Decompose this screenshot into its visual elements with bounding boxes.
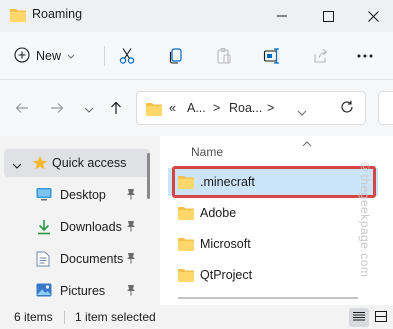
sort-up-icon[interactable] bbox=[302, 136, 312, 150]
pin-icon bbox=[126, 188, 136, 203]
details-view-button[interactable] bbox=[349, 308, 369, 327]
copy-icon[interactable] bbox=[164, 44, 188, 68]
desktop-icon bbox=[36, 187, 52, 204]
folder-icon bbox=[10, 8, 26, 25]
plus-circle-icon bbox=[14, 46, 30, 66]
chevron-down-icon bbox=[84, 102, 94, 116]
refresh-button[interactable] bbox=[336, 97, 358, 119]
item-name: Microsoft bbox=[200, 237, 251, 251]
more-icon[interactable] bbox=[353, 44, 377, 68]
tiles-view-button[interactable] bbox=[371, 308, 391, 327]
sidebar-scrollbar[interactable] bbox=[147, 153, 150, 199]
minimize-button[interactable] bbox=[259, 0, 305, 32]
search-input[interactable] bbox=[378, 91, 393, 125]
column-header-name[interactable]: Name bbox=[191, 145, 223, 159]
status-bar: 6 items 1 item selected bbox=[0, 305, 393, 329]
breadcrumb-separator[interactable]: > bbox=[213, 101, 220, 115]
picture-icon bbox=[36, 283, 52, 300]
star-icon bbox=[32, 155, 48, 174]
sidebar-item-desktop[interactable]: Desktop bbox=[4, 181, 150, 209]
list-item[interactable]: QtProject bbox=[168, 261, 378, 289]
item-name: QtProject bbox=[200, 268, 253, 282]
cut-icon[interactable] bbox=[115, 44, 139, 68]
maximize-button[interactable] bbox=[305, 0, 351, 32]
recent-locations-button[interactable] bbox=[78, 98, 100, 120]
sidebar-item-documents[interactable]: Documents bbox=[4, 245, 150, 273]
window-title: Roaming bbox=[32, 7, 83, 21]
folder-icon bbox=[178, 268, 194, 285]
folder-icon bbox=[146, 102, 162, 119]
horizontal-scrollbar[interactable] bbox=[178, 297, 358, 299]
sidebar-item-label: Pictures bbox=[60, 284, 106, 298]
item-name: Adobe bbox=[200, 206, 237, 220]
grid-view-icon bbox=[375, 310, 387, 325]
breadcrumb-separator[interactable]: > bbox=[267, 101, 274, 115]
chevron-down-icon[interactable] bbox=[12, 158, 22, 172]
breadcrumb-overflow[interactable]: « bbox=[169, 101, 176, 115]
sidebar-item-quick-access[interactable]: Quick access bbox=[4, 149, 150, 177]
back-button[interactable] bbox=[11, 98, 33, 120]
chevron-down-icon bbox=[67, 49, 75, 63]
sidebar-item-label: Downloads bbox=[60, 220, 122, 234]
title-bar: Roaming bbox=[0, 0, 393, 32]
sidebar-item-downloads[interactable]: Downloads bbox=[4, 213, 150, 241]
refresh-icon bbox=[340, 100, 354, 117]
close-button[interactable] bbox=[350, 0, 393, 32]
list-item[interactable]: Adobe bbox=[168, 199, 378, 227]
watermark: ©thegeekpage.com bbox=[358, 160, 372, 278]
sidebar-item-label: Documents bbox=[60, 252, 124, 266]
up-button[interactable] bbox=[105, 98, 127, 120]
document-icon bbox=[36, 251, 50, 270]
sidebar-item-pictures[interactable]: Pictures bbox=[4, 277, 150, 305]
address-dropdown-icon[interactable] bbox=[297, 105, 307, 119]
new-label: New bbox=[36, 49, 62, 63]
forward-button[interactable] bbox=[46, 98, 68, 120]
item-count: 6 items bbox=[14, 310, 53, 324]
arrow-left-icon bbox=[15, 102, 29, 117]
highlight-box bbox=[172, 166, 376, 198]
paste-icon[interactable] bbox=[212, 44, 236, 68]
folder-icon bbox=[178, 237, 194, 254]
selection-count: 1 item selected bbox=[75, 310, 156, 324]
arrow-right-icon bbox=[50, 102, 64, 117]
download-icon bbox=[36, 219, 52, 238]
pin-icon bbox=[126, 284, 136, 299]
status-divider bbox=[64, 311, 65, 324]
new-button[interactable]: New bbox=[14, 43, 75, 69]
toolbar-divider bbox=[104, 46, 105, 66]
breadcrumb-item[interactable]: Roa... bbox=[229, 101, 262, 115]
navigation-pane: Quick access Desktop Downloads Documents bbox=[0, 136, 160, 305]
folder-icon bbox=[178, 206, 194, 223]
sidebar-item-label: Quick access bbox=[52, 156, 127, 170]
list-item[interactable]: Microsoft bbox=[168, 230, 378, 258]
pin-icon bbox=[126, 220, 136, 235]
command-bar: New bbox=[0, 32, 393, 80]
breadcrumb-item[interactable]: A... bbox=[187, 101, 206, 115]
list-view-icon bbox=[353, 311, 365, 325]
rename-icon[interactable] bbox=[260, 44, 284, 68]
address-bar[interactable]: « A... > Roa... > bbox=[136, 91, 366, 125]
pin-icon bbox=[126, 252, 136, 267]
share-icon[interactable] bbox=[309, 44, 333, 68]
arrow-up-icon bbox=[110, 101, 122, 118]
sidebar-item-label: Desktop bbox=[60, 188, 106, 202]
